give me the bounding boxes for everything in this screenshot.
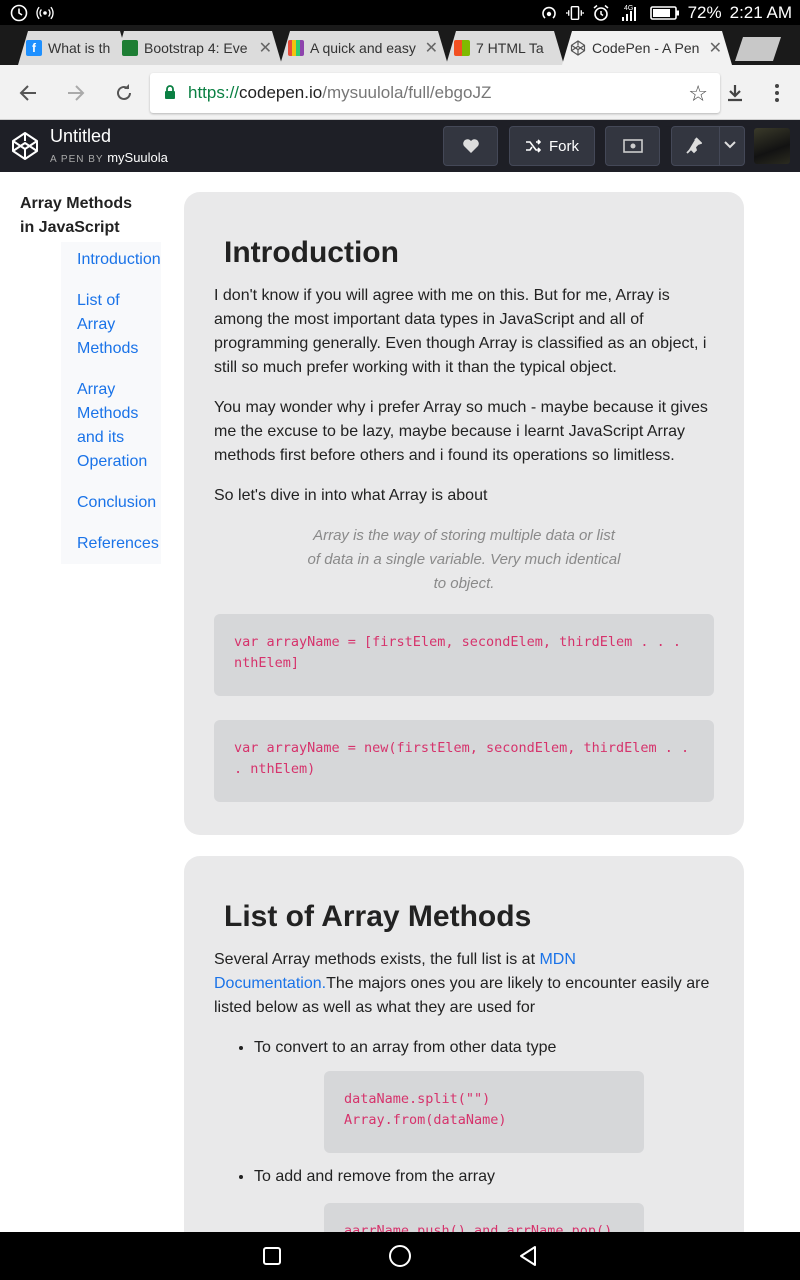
browser-tab-2[interactable]: Bootstrap 4: Eve ✕ (114, 31, 282, 65)
heart-button[interactable] (443, 126, 498, 166)
code-block: dataName.split("") Array.from(dataName) (324, 1071, 644, 1153)
menu-kebab-icon[interactable] (762, 78, 792, 108)
address-bar[interactable]: https:// codepen.io /mysuulola/full/ebgo… (150, 73, 720, 113)
tab-title: 7 HTML Ta (476, 40, 544, 56)
recents-square-icon[interactable] (260, 1244, 284, 1268)
new-tab-button[interactable] (735, 37, 781, 61)
lock-icon (164, 84, 176, 102)
chevron-down-icon (724, 141, 736, 149)
browser-tab-3[interactable]: A quick and easy ✕ (280, 31, 448, 65)
definition-quote: Array is the way of storing multiple dat… (307, 527, 621, 592)
paragraph: Several Array methods exists, the full l… (214, 948, 714, 1020)
section-heading: List of Array Methods (224, 900, 532, 933)
nav-link-list-of-array-methods[interactable]: List of Array Methods (77, 289, 147, 361)
byline-label: A PEN BY (50, 154, 104, 165)
pen-title: Untitled (50, 126, 112, 146)
browser-tab-5-active[interactable]: CodePen - A Pen ✕ (562, 31, 732, 65)
tab-favicon-icon: f (26, 40, 42, 56)
url-scheme: https:// (188, 83, 240, 102)
nav-link-array-methods-operation[interactable]: Array Methods and its Operation (77, 378, 155, 474)
section-heading: Introduction (224, 236, 399, 269)
nav-link-introduction[interactable]: Introduction (77, 248, 161, 272)
pen-byline: A PEN BY mySuulola (50, 150, 168, 165)
codepen-header: Untitled A PEN BY mySuulola Fork (0, 120, 800, 172)
tab-title: A quick and easy (310, 40, 416, 56)
home-circle-icon[interactable] (388, 1244, 412, 1268)
url-host: codepen.io (239, 83, 323, 102)
download-icon[interactable] (720, 78, 750, 108)
codepen-logo-icon[interactable] (10, 131, 40, 161)
codepen-favicon-icon (570, 40, 586, 56)
paragraph-text: Several Array methods exists, the full l… (214, 951, 540, 968)
change-view-button[interactable] (605, 126, 660, 166)
signal-icon: 4G (618, 4, 642, 22)
fork-label: Fork (549, 137, 579, 155)
nav-link-references[interactable]: References (77, 532, 161, 556)
status-bar: 4G 72% 2:21 AM (0, 0, 800, 25)
side-nav: Introduction List of Array Methods Array… (61, 242, 161, 564)
close-tab-icon[interactable]: ✕ (709, 38, 722, 58)
browser-toolbar: https:// codepen.io /mysuulola/full/ebgo… (0, 65, 800, 120)
code-line: dataName.split("") (344, 1091, 491, 1107)
paragraph: I don't know if you will agree with me o… (214, 287, 707, 376)
tab-favicon-icon (454, 40, 470, 56)
methods-list: To add and remove from the array (214, 1165, 714, 1189)
close-tab-icon[interactable]: ✕ (425, 38, 438, 58)
tab-strip: f What is th Bootstrap 4: Eve ✕ A quick … (0, 25, 800, 65)
user-avatar[interactable] (754, 128, 790, 164)
hotspot-icon (36, 4, 54, 22)
alarm-icon (592, 4, 610, 22)
list-item: To convert to an array from other data t… (254, 1036, 714, 1060)
author-link[interactable]: mySuulola (107, 150, 168, 165)
code-line: Array.from(dataName) (344, 1112, 507, 1128)
methods-list: To convert to an array from other data t… (214, 1036, 714, 1060)
system-navigation-bar (0, 1232, 800, 1280)
browser-tab-1[interactable]: f What is th (18, 31, 130, 65)
code-block: aarrName.push() and arrName.pop() (324, 1203, 644, 1232)
back-triangle-icon[interactable] (516, 1244, 540, 1268)
fork-icon (526, 139, 541, 153)
tab-title: CodePen - A Pen (592, 40, 700, 56)
tab-favicon-icon (122, 40, 138, 56)
pin-button[interactable] (671, 126, 745, 166)
battery-icon (649, 4, 680, 22)
url-path: /mysuulola/full/ebgoJZ (322, 83, 492, 102)
list-of-array-methods-section: List of Array Methods Several Array meth… (184, 856, 744, 1232)
battery-percent: 72% (687, 2, 722, 22)
clock-status-icon (10, 4, 28, 22)
view-icon (622, 139, 643, 153)
paragraph: So let's dive in into what Array is abou… (214, 487, 488, 504)
svg-text:4G: 4G (624, 5, 633, 12)
reload-icon[interactable] (109, 78, 139, 108)
list-item: To add and remove from the array (254, 1165, 714, 1189)
code-block: var arrayName = new(firstElem, secondEle… (214, 720, 714, 802)
clock-time: 2:21 AM (729, 2, 792, 22)
cast-icon (540, 4, 558, 22)
code-block: var arrayName = [firstElem, secondElem, … (214, 614, 714, 696)
bookmark-star-icon[interactable]: ☆ (688, 81, 708, 107)
close-tab-icon[interactable]: ✕ (259, 38, 272, 58)
code-line: aarrName.push() and arrName.pop() (344, 1223, 613, 1232)
forward-arrow-icon[interactable] (61, 78, 91, 108)
back-arrow-icon[interactable] (13, 78, 43, 108)
fork-button[interactable]: Fork (509, 126, 595, 166)
introduction-section: Introduction I don't know if you will ag… (184, 192, 744, 835)
pin-icon (686, 137, 702, 154)
paragraph: You may wonder why i prefer Array so muc… (214, 399, 708, 464)
vibrate-icon (565, 4, 584, 22)
tab-favicon-icon (288, 40, 304, 56)
browser-tab-4[interactable]: 7 HTML Ta (446, 31, 564, 65)
page-content: Array Methods in JavaScript Introduction… (0, 172, 800, 1232)
heart-icon (462, 139, 479, 153)
tab-title: Bootstrap 4: Eve (144, 40, 248, 56)
nav-title: Array Methods in JavaScript (20, 195, 133, 236)
tab-title: What is th (48, 40, 111, 56)
nav-link-conclusion[interactable]: Conclusion (77, 491, 161, 515)
